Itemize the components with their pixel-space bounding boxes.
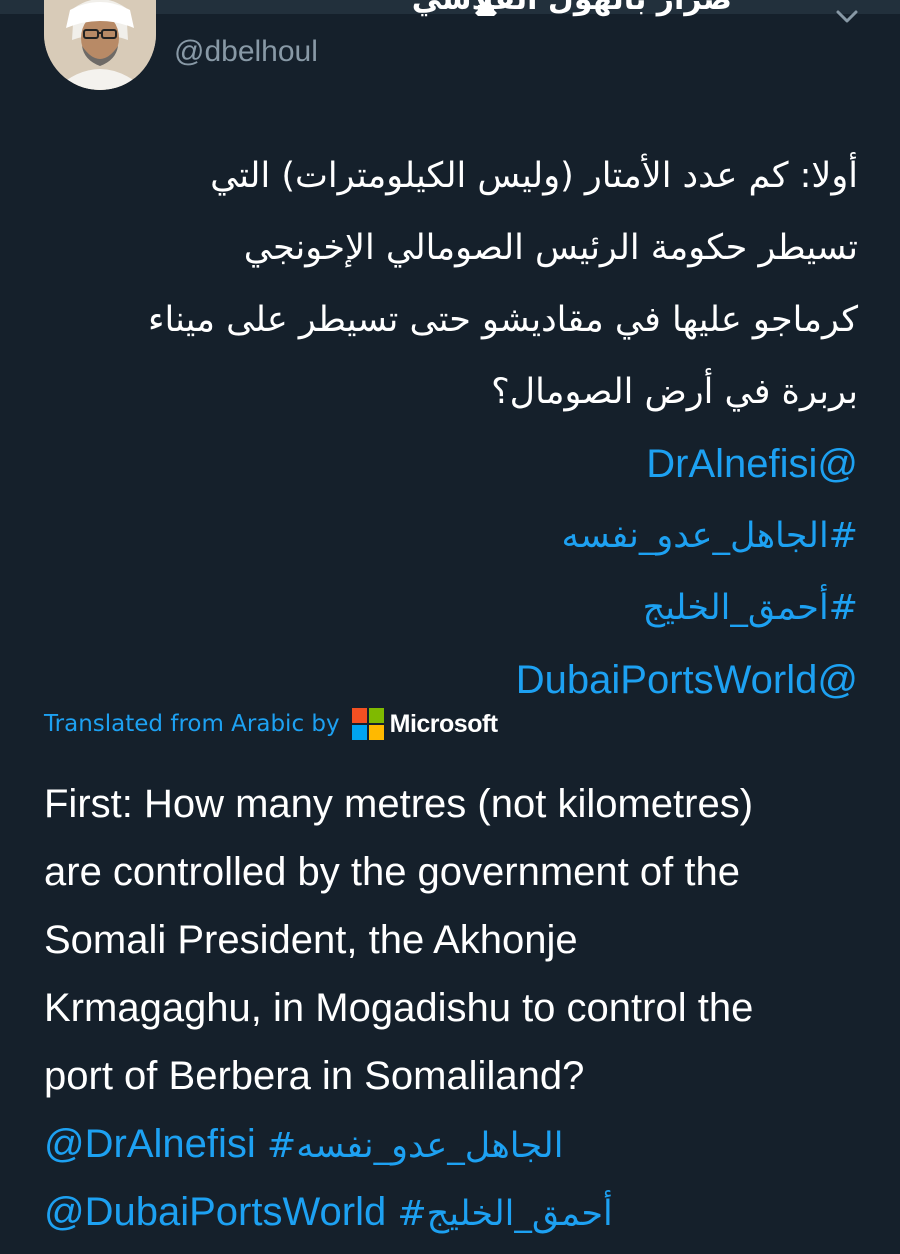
- tweet-text-line: تسيطر حكومة الرئيس الصومالي الإخونجي: [243, 228, 858, 268]
- display-name[interactable]: ضرار بالهول الفلاسي: [172, 0, 732, 20]
- translated-label[interactable]: Translated from Arabic by: [44, 711, 340, 737]
- translation-line: Krmagaghu, in Mogadishu to control the: [44, 986, 754, 1030]
- tweet-text-arabic: أولا: كم عدد الأمتار (وليس الكيلومترات) …: [40, 140, 858, 716]
- translation-attribution[interactable]: Translated from Arabic by Microsoft: [44, 704, 498, 744]
- mention-link[interactable]: @DubaiPortsWorld: [44, 1190, 386, 1234]
- tweet-text-english: First: How many metres (not kilometres) …: [44, 770, 874, 1246]
- translation-links-row: @DubaiPortsWorld #أحمق_الخليج: [44, 1178, 874, 1246]
- avatar[interactable]: [44, 0, 156, 90]
- chevron-down-icon[interactable]: [834, 6, 860, 28]
- microsoft-logo-icon: [351, 708, 384, 740]
- tweet-text-line: كرماجو عليها في مقاديشو حتى تسيطر على مي…: [147, 300, 858, 340]
- mention-link[interactable]: @DrAlnefisi: [44, 1122, 256, 1166]
- hashtag-link[interactable]: #الجاهل_عدو_نفسه: [40, 500, 858, 572]
- microsoft-brand: Microsoft: [389, 709, 499, 738]
- translation-line: are controlled by the government of the: [44, 850, 740, 894]
- user-handle[interactable]: @dbelhoul: [174, 32, 318, 72]
- mention-link[interactable]: @DrAlnefisi: [40, 428, 858, 500]
- verified-badge-icon: [475, 2, 497, 16]
- translation-line: First: How many metres (not kilometres): [44, 782, 754, 826]
- tweet-text-line: أولا: كم عدد الأمتار (وليس الكيلومترات) …: [210, 156, 858, 196]
- translation-links-row: @DrAlnefisi #الجاهل_عدو_نفسه: [44, 1110, 874, 1178]
- hashtag-link[interactable]: #الجاهل_عدو_نفسه: [267, 1126, 564, 1166]
- tweet-text-line: بربرة في أرض الصومال؟: [491, 372, 858, 412]
- hashtag-link[interactable]: #أحمق_الخليج: [397, 1194, 612, 1234]
- hashtag-link[interactable]: #أحمق_الخليج: [40, 572, 858, 644]
- translation-line: port of Berbera in Somaliland?: [44, 1054, 585, 1098]
- translation-line: Somali President, the Akhonje: [44, 918, 578, 962]
